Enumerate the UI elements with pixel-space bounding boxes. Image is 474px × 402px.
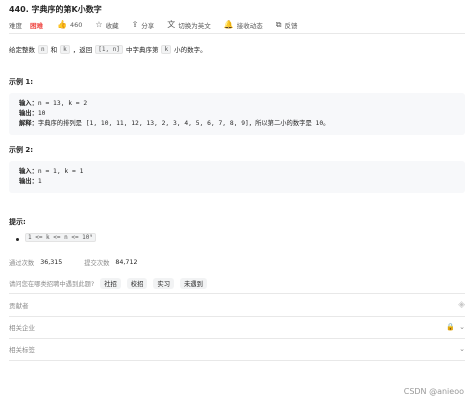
like-button[interactable]: 👍 460 (57, 20, 82, 29)
passed-count: 36,315 (40, 259, 63, 266)
example-2-heading: 示例 2: (9, 146, 34, 154)
submitted-count: 84,712 (115, 259, 138, 266)
lock-icon: 🔒 (446, 323, 456, 331)
example-2-block: 输入：n = 1, k = 1 输出：1 (9, 161, 465, 193)
hint-item: 1 <= k <= n <= 10⁹ (22, 233, 99, 242)
desc-text: ，返回 (72, 46, 93, 54)
desc-text: 和 (50, 46, 58, 54)
output-value: 10 (37, 110, 46, 117)
tag-social-recruit[interactable]: 社招 (100, 278, 121, 289)
subscribe-button[interactable]: 🔔 接收动态 (224, 20, 263, 30)
feedback-icon: ⧉ (275, 19, 282, 29)
section-divider (9, 360, 465, 361)
hint-constraint: 1 <= k <= n <= 10⁹ (25, 233, 97, 242)
example-1-block: 输入：n = 13, k = 2 输出：10 解释：字典序的排列是 [1, 10… (9, 93, 465, 135)
code-k: k (161, 44, 172, 54)
submitted-label: 提交次数 (84, 260, 110, 267)
translate-icon: 文 (167, 20, 176, 29)
companies-right: 🔒 ⌄ (446, 323, 465, 331)
chevron-down-icon: ⌄ (459, 323, 465, 331)
explain-label: 解释： (19, 120, 38, 127)
watermark: CSDN @anieoo (403, 387, 464, 396)
bell-icon: 🔔 (223, 20, 234, 29)
desc-text: 中字典序第 (125, 46, 159, 54)
subscribe-label: 接收动态 (236, 21, 263, 30)
contributor-avatar-icon: ◈ (458, 300, 465, 310)
contributors-label: 贡献者 (9, 302, 29, 310)
switch-language-button[interactable]: 文 切换为英文 (167, 19, 211, 30)
tag-campus-recruit[interactable]: 校招 (126, 278, 148, 289)
input-value: n = 13, k = 2 (37, 100, 88, 107)
feedback-button[interactable]: ⧉ 反馈 (276, 20, 298, 30)
favorite-button[interactable]: ☆ 收藏 (95, 20, 118, 30)
output-value: 1 (37, 178, 42, 185)
output-label: 输出： (19, 110, 38, 117)
companies-section[interactable]: 相关企业 🔒 ⌄ (9, 317, 465, 337)
problem-description: 给定整数 n 和 k ，返回 [1, n] 中字典序第 k 小的数字。 (9, 44, 207, 54)
passed-label: 通过次数 (9, 260, 35, 267)
share-label: 分享 (141, 21, 155, 30)
tag-not-encountered[interactable]: 未遇到 (179, 278, 207, 289)
input-label: 输入： (19, 168, 38, 175)
example-1-heading: 示例 1: (9, 78, 34, 86)
companies-label: 相关企业 (9, 324, 35, 332)
desc-text: 给定整数 (9, 46, 35, 54)
difficulty-badge: 困难 (30, 21, 43, 30)
problem-title: 440. 字典序的第K小数字 (9, 5, 102, 14)
tags-label: 相关标签 (9, 346, 35, 354)
problem-meta-bar: 难度 困难 👍 460 ☆ 收藏 ⇪ 分享 文 切换为英文 🔔 接收动态 ⧉ 反… (9, 19, 310, 30)
input-label: 输入： (19, 100, 38, 107)
explain-value: 字典序的排列是 [1, 10, 11, 12, 13, 2, 3, 4, 5, … (37, 120, 330, 127)
interview-question-text: 请问您在哪类招聘中遇到此题? (9, 281, 95, 288)
bullet (16, 238, 19, 241)
input-value: n = 1, k = 1 (37, 168, 84, 175)
interview-question: 请问您在哪类招聘中遇到此题? 社招 校招 实习 未遇到 (9, 278, 207, 289)
difficulty-label: 难度 (9, 21, 22, 30)
tag-internship[interactable]: 实习 (153, 278, 174, 289)
switch-language-label: 切换为英文 (178, 21, 211, 30)
code-k: k (60, 44, 70, 54)
section-divider (9, 293, 465, 294)
code-n: n (38, 44, 48, 54)
thumbs-up-icon: 👍 (57, 20, 67, 29)
code-range: [1, n] (95, 44, 123, 54)
like-count: 460 (69, 20, 83, 29)
contributors-section[interactable]: 贡献者 ◈ (9, 295, 465, 315)
share-button[interactable]: ⇪ 分享 (132, 20, 155, 30)
favorite-label: 收藏 (105, 21, 119, 30)
tags-section[interactable]: 相关标签 ⌄ (9, 339, 465, 359)
chevron-down-icon: ⌄ (459, 345, 465, 353)
hints-heading: 提示: (9, 218, 26, 226)
star-icon: ☆ (95, 20, 103, 29)
feedback-label: 反馈 (284, 21, 298, 30)
desc-text: 小的数字。 (174, 46, 207, 54)
header-divider (9, 33, 465, 34)
submission-stats: 通过次数 36,315 提交次数 84,712 (9, 258, 159, 267)
share-icon: ⇪ (131, 20, 139, 29)
output-label: 输出： (19, 178, 38, 185)
